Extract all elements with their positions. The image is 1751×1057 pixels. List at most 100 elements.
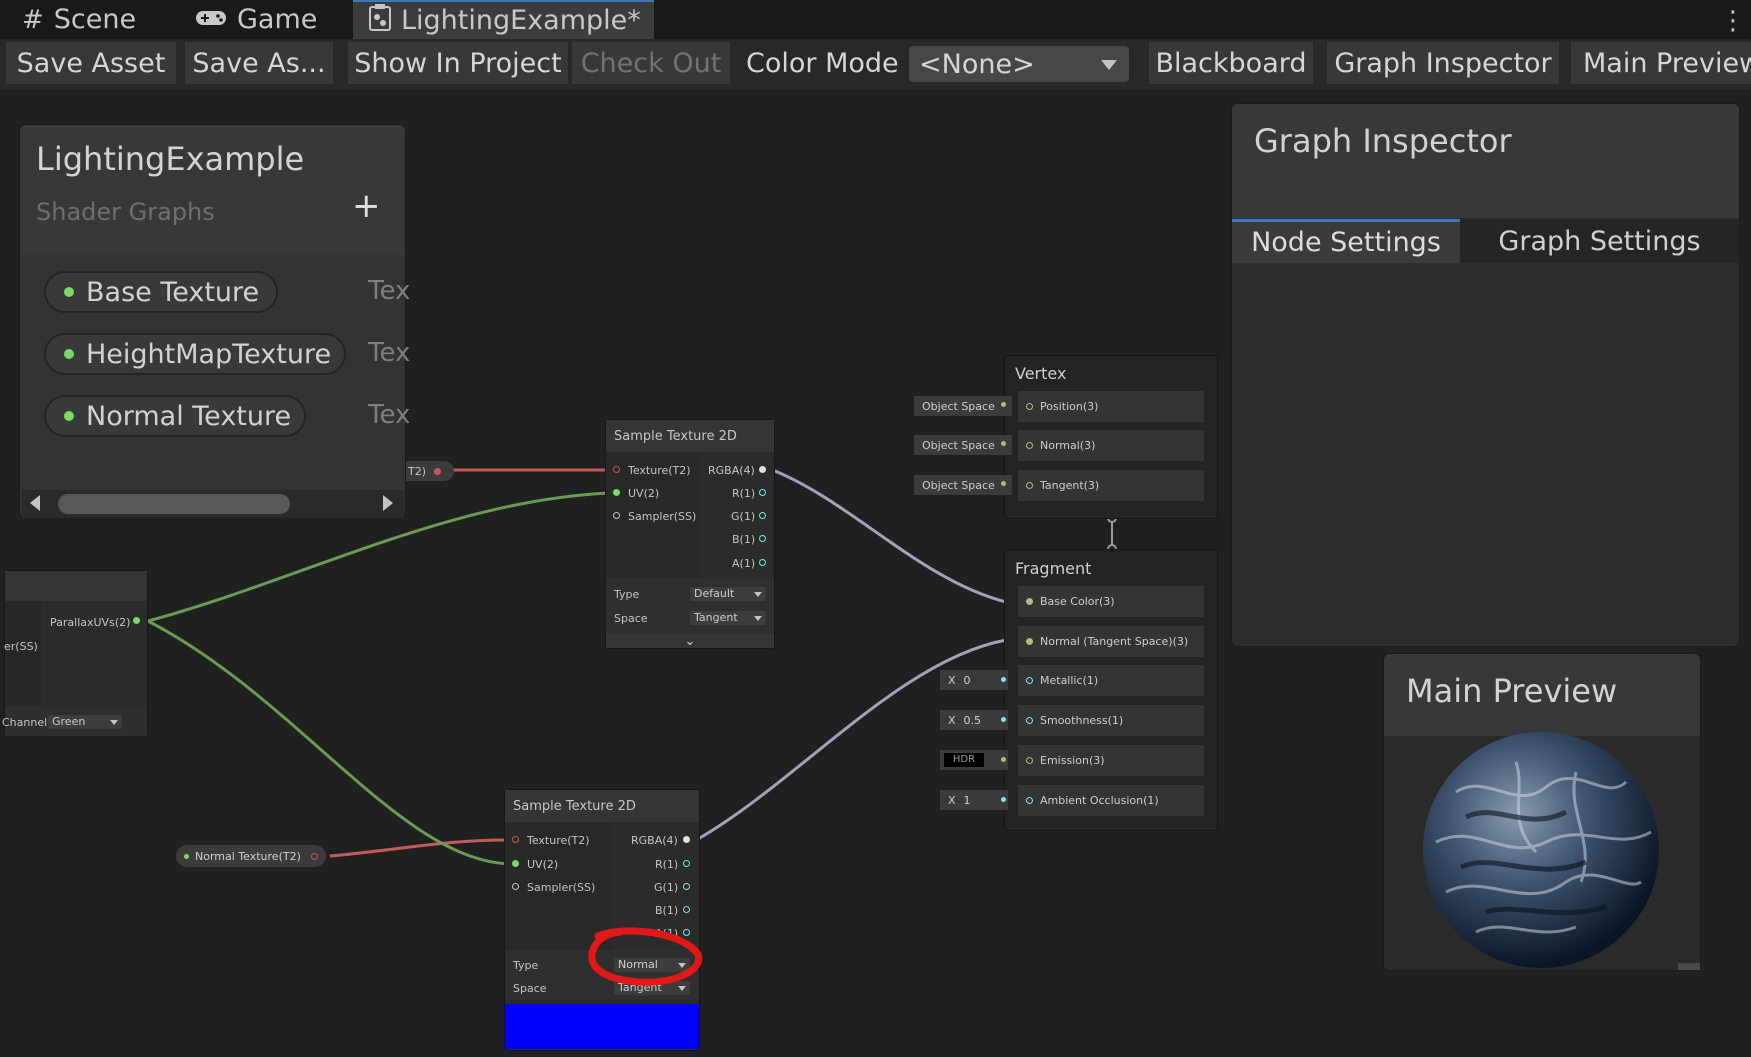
block-base-color[interactable]: Base Color(3): [1018, 586, 1204, 617]
texture-input-pin[interactable]: [512, 836, 519, 843]
tangent-input-pin[interactable]: [1026, 482, 1033, 489]
block-metallic[interactable]: Metallic(1): [1018, 665, 1204, 696]
uv-input-pin[interactable]: [512, 860, 519, 867]
x-label: X: [948, 673, 956, 687]
chip-connector: [1001, 677, 1006, 682]
block-label: Tangent(3): [1040, 479, 1100, 492]
space-dropdown[interactable]: Tangent: [690, 611, 766, 625]
color-mode-label: Color Mode: [746, 47, 899, 79]
color-mode-dropdown[interactable]: <None>: [909, 46, 1129, 82]
base-color-input-pin[interactable]: [1026, 598, 1033, 605]
block-label: Smoothness(1): [1040, 714, 1124, 727]
tab-graph-settings[interactable]: Graph Settings: [1460, 219, 1739, 263]
smoothness-value-field[interactable]: X 0.5: [940, 710, 1008, 730]
sampler-input-label: Sampler(SS): [628, 510, 697, 523]
block-normal[interactable]: Normal(3): [1018, 430, 1204, 461]
r-output-pin[interactable]: [759, 489, 766, 496]
g-output-pin[interactable]: [759, 512, 766, 519]
texture-port-dot: [64, 349, 74, 359]
property-type: Tex: [368, 338, 411, 368]
normal-input-pin[interactable]: [1026, 442, 1033, 449]
base-texture-property-node[interactable]: T2): [406, 461, 454, 481]
tab-scene-label: Scene: [53, 4, 137, 35]
metallic-input-pin[interactable]: [1026, 677, 1033, 684]
scroll-left-icon[interactable]: [30, 495, 40, 511]
block-tangent[interactable]: Tangent(3): [1018, 470, 1204, 501]
emission-color-field[interactable]: HDR: [940, 750, 1008, 770]
vertex-normal-default[interactable]: Object Space: [914, 435, 1012, 455]
sampler-input-pin[interactable]: [512, 883, 519, 890]
tab-scene[interactable]: # Scene: [22, 0, 172, 39]
show-in-project-button[interactable]: Show In Project: [348, 42, 568, 84]
field-value: 0.5: [963, 713, 982, 727]
block-normal-tangent[interactable]: Normal (Tangent Space)(3): [1018, 626, 1204, 657]
block-ambient-occlusion[interactable]: Ambient Occlusion(1): [1018, 785, 1204, 816]
tab-lighting-example[interactable]: LightingExample*: [353, 0, 654, 39]
blackboard-button[interactable]: Blackboard: [1149, 42, 1313, 84]
r-output-pin[interactable]: [683, 860, 690, 867]
block-emission[interactable]: Emission(3): [1018, 745, 1204, 776]
block-label: Base Color(3): [1040, 595, 1115, 608]
tab-label: Node Settings: [1251, 227, 1441, 258]
texture-output-pin[interactable]: [310, 852, 318, 860]
expand-preview-button[interactable]: ⌄: [606, 634, 774, 649]
graph-inspector-button[interactable]: Graph Inspector: [1327, 42, 1559, 84]
save-asset-button[interactable]: Save Asset: [6, 42, 176, 84]
chip-connector: [1001, 797, 1006, 802]
tab-game-label: Game: [237, 4, 318, 35]
main-preview-button[interactable]: Main Preview: [1571, 42, 1751, 84]
block-label: Normal(3): [1040, 439, 1096, 452]
vertex-tangent-default[interactable]: Object Space: [914, 475, 1012, 495]
channel-dropdown[interactable]: Green: [48, 715, 122, 729]
b-output-pin[interactable]: [759, 535, 766, 542]
block-label: Position(3): [1040, 400, 1099, 413]
property-normal-texture[interactable]: Normal Texture: [44, 395, 306, 437]
uv-input-pin[interactable]: [613, 489, 620, 496]
tab-node-settings[interactable]: Node Settings: [1232, 219, 1460, 263]
ambient-occlusion-input-pin[interactable]: [1026, 797, 1033, 804]
sampler-input-pin[interactable]: [613, 512, 620, 519]
a-output-pin[interactable]: [759, 559, 766, 566]
chip-connector: [1001, 402, 1006, 407]
texture-input-label: Texture(T2): [527, 834, 590, 847]
block-position[interactable]: Position(3): [1018, 391, 1204, 422]
normal-texture-property-node[interactable]: Normal Texture(T2): [176, 845, 326, 867]
rgba-output-pin[interactable]: [759, 466, 766, 473]
property-heightmap-texture[interactable]: HeightMapTexture: [44, 333, 346, 375]
preview-sphere[interactable]: [1416, 732, 1666, 968]
wire-uv-bottom[interactable]: [147, 619, 511, 866]
blackboard-subtitle: Shader Graphs: [36, 198, 215, 226]
uv-output-pin[interactable]: [133, 617, 140, 624]
node-title: Sample Texture 2D: [606, 420, 774, 452]
property-base-texture[interactable]: Base Texture: [44, 271, 278, 313]
port-label: T2): [408, 464, 427, 478]
rgba-output-pin[interactable]: [683, 836, 690, 843]
main-preview-title: Main Preview: [1406, 672, 1618, 710]
channel-label: Channel: [2, 716, 48, 729]
wire-normal-texture[interactable]: [329, 838, 511, 858]
vertex-position-default[interactable]: Object Space: [914, 396, 1012, 416]
scrollbar-thumb[interactable]: [58, 494, 290, 514]
type-label: Type: [513, 959, 539, 972]
normal-input-pin[interactable]: [1026, 638, 1033, 645]
g-output-pin[interactable]: [683, 883, 690, 890]
tab-game[interactable]: Game: [195, 0, 345, 39]
ambient-occlusion-value-field[interactable]: X1: [940, 790, 1008, 810]
position-input-pin[interactable]: [1026, 403, 1033, 410]
more-options-icon[interactable]: ⋮: [1720, 6, 1746, 36]
add-property-button[interactable]: +: [352, 186, 381, 226]
chip-value: Object Space: [922, 478, 995, 492]
block-smoothness[interactable]: Smoothness(1): [1018, 705, 1204, 736]
rgba-output-label: RGBA(4): [708, 464, 755, 477]
b-output-label: B(1): [655, 904, 679, 917]
texture-output-pin[interactable]: [434, 467, 442, 475]
smoothness-input-pin[interactable]: [1026, 717, 1033, 724]
texture-input-pin[interactable]: [613, 466, 620, 473]
scroll-right-icon[interactable]: [383, 495, 393, 511]
save-as-button[interactable]: Save As...: [185, 42, 333, 84]
type-dropdown[interactable]: Default: [690, 587, 766, 601]
emission-input-pin[interactable]: [1026, 757, 1033, 764]
metallic-value-field[interactable]: X0: [940, 670, 1008, 690]
preview-resize-handle[interactable]: [1678, 963, 1700, 970]
b-output-pin[interactable]: [683, 906, 690, 913]
